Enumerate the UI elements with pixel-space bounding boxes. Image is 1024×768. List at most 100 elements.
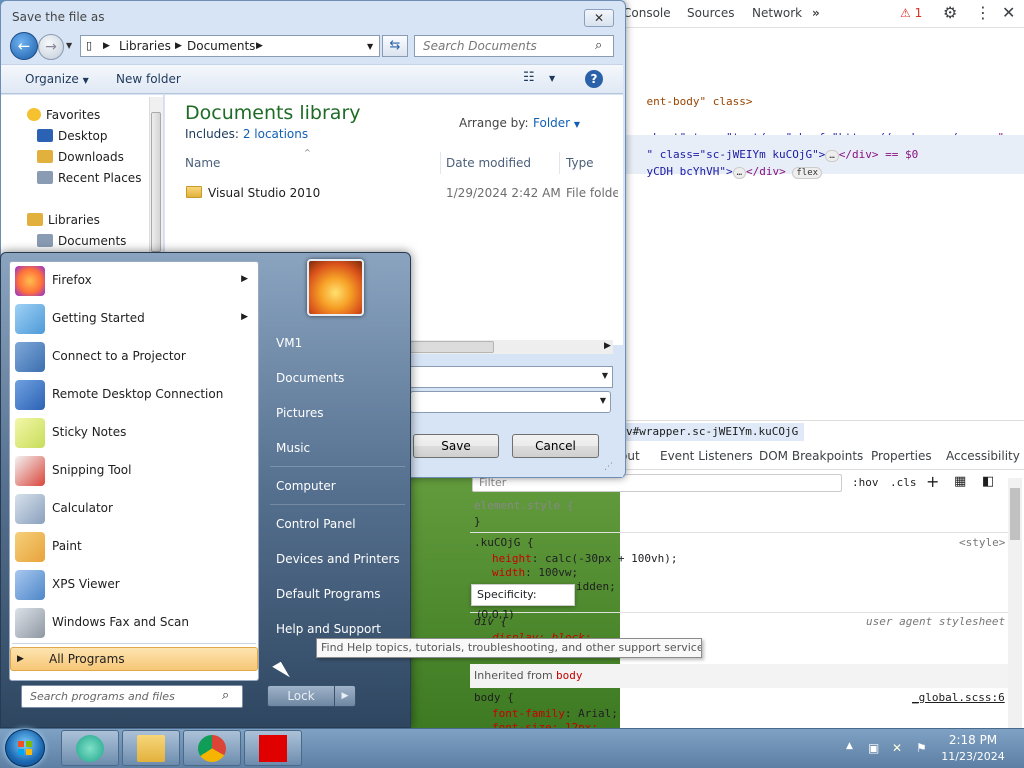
program-calculator[interactable]: Calculator <box>10 490 258 528</box>
back-arrow-icon[interactable]: ← <box>10 32 38 60</box>
start-item-devices-printers[interactable]: Devices and Printers <box>276 552 400 566</box>
scroll-right-icon[interactable]: ▶ <box>604 341 611 351</box>
nav-favorites[interactable]: Favorites <box>27 108 100 122</box>
taskbar-paint[interactable] <box>244 730 302 766</box>
tab-event-listeners[interactable]: Event Listeners <box>660 449 753 463</box>
chevron-down-icon[interactable]: ▼ <box>600 396 606 405</box>
program-getting-started[interactable]: Getting Started ▶ <box>10 300 258 338</box>
clock-date[interactable]: 11/23/2024 <box>936 750 1010 763</box>
save-as-type-select[interactable]: ▼ <box>410 391 611 413</box>
dialog-close-button[interactable]: ✕ <box>584 9 614 27</box>
file-name[interactable]: Visual Studio 2010 <box>186 186 320 200</box>
user-avatar[interactable] <box>307 259 364 316</box>
nav-desktop[interactable]: Desktop <box>37 129 108 143</box>
start-item-computer[interactable]: Computer <box>276 479 336 493</box>
tab-properties[interactable]: Properties <box>871 449 932 463</box>
nav-recent-places[interactable]: Recent Places <box>37 171 141 185</box>
dom-line[interactable]: ent-body" class> <box>620 82 753 121</box>
more-options-icon[interactable]: ⋮ <box>975 3 991 22</box>
program-remote-desktop[interactable]: Remote Desktop Connection <box>10 376 258 414</box>
more-tabs-button[interactable]: » <box>812 6 820 20</box>
program-firefox[interactable]: Firefox ▶ <box>10 262 258 300</box>
css-property[interactable]: font-size: 12px; <box>492 721 598 728</box>
tab-accessibility[interactable]: Accessibility <box>946 449 1020 463</box>
css-property[interactable]: font-family: Arial; <box>492 707 618 720</box>
column-name[interactable]: Name <box>185 156 220 170</box>
chevron-down-icon[interactable]: ▼ <box>602 371 608 380</box>
add-rule-icon[interactable]: + <box>926 472 939 491</box>
hover-state-toggle[interactable]: :hov <box>852 476 879 489</box>
nav-documents[interactable]: Documents <box>37 234 126 248</box>
locations-link[interactable]: 2 locations <box>243 127 308 141</box>
start-item-music[interactable]: Music <box>276 441 310 455</box>
network-icon[interactable]: ▣ <box>868 741 879 755</box>
close-devtools-icon[interactable]: ✕ <box>1002 3 1015 22</box>
view-options-icon[interactable]: ☷ <box>523 70 535 85</box>
tab-console[interactable]: Console <box>623 6 671 20</box>
tab-sources[interactable]: Sources <box>687 6 734 20</box>
help-icon[interactable]: ? <box>585 70 603 88</box>
tab-dom-breakpoints[interactable]: DOM Breakpoints <box>759 449 863 463</box>
start-button[interactable] <box>5 729 45 767</box>
cancel-button[interactable]: Cancel <box>512 434 599 458</box>
rule-origin[interactable]: <style> <box>959 536 1005 549</box>
start-item-default-programs[interactable]: Default Programs <box>276 587 381 601</box>
inherited-from-link[interactable]: body <box>556 669 583 682</box>
ellipsis-pill[interactable]: … <box>732 167 747 179</box>
refresh-icon[interactable]: ⇆ <box>382 35 408 57</box>
history-dropdown-icon[interactable]: ▼ <box>66 41 72 50</box>
program-fax-scan[interactable]: Windows Fax and Scan <box>10 604 258 642</box>
chevron-right-icon[interactable]: ▶ <box>175 41 182 51</box>
chevron-right-icon[interactable]: ▶ <box>103 41 110 51</box>
error-count-badge[interactable]: ⚠ 1 <box>900 6 922 20</box>
class-toggle[interactable]: .cls <box>890 476 917 489</box>
organize-menu[interactable]: Organize ▼ <box>25 72 89 86</box>
column-type[interactable]: Type <box>566 156 594 170</box>
view-dropdown-icon[interactable]: ▼ <box>549 74 555 83</box>
file-name-input[interactable]: ▼ <box>410 366 613 388</box>
resize-grip-icon[interactable]: ⋰ <box>604 462 613 472</box>
flex-badge[interactable]: flex <box>792 167 823 179</box>
forward-arrow-icon[interactable]: → <box>38 34 64 60</box>
start-item-help-support[interactable]: Help and Support <box>276 622 381 636</box>
nav-downloads[interactable]: Downloads <box>37 150 124 164</box>
search-documents-input[interactable]: Search Documents <box>414 35 614 57</box>
action-center-flag-icon[interactable]: ⚑ <box>916 741 927 755</box>
show-hidden-icons[interactable]: ▲ <box>846 741 853 751</box>
dom-line[interactable]: yCDH bcYhVH">… </div> flex <box>620 152 823 191</box>
css-property[interactable]: height: calc(-30px + 100vh); <box>492 552 677 565</box>
breadcrumb-libraries[interactable]: Libraries <box>119 39 171 53</box>
start-item-control-panel[interactable]: Control Panel <box>276 517 356 531</box>
program-xps-viewer[interactable]: XPS Viewer <box>10 566 258 604</box>
program-connect-projector[interactable]: Connect to a Projector <box>10 338 258 376</box>
nav-libraries[interactable]: Libraries <box>27 213 100 227</box>
new-folder-button[interactable]: New folder <box>116 72 181 86</box>
element-style-selector[interactable]: element.style { <box>474 499 573 512</box>
address-bar[interactable]: ▯ ▶ Libraries ▶ Documents ▶ ▼ <box>80 35 380 57</box>
computed-styles-icon[interactable]: ▦ <box>954 474 966 489</box>
column-date-modified[interactable]: Date modified <box>446 156 531 170</box>
taskbar-chrome[interactable] <box>183 730 241 766</box>
rule-selector[interactable]: .kuCOjG { <box>474 536 534 549</box>
save-button[interactable]: Save <box>413 434 499 458</box>
arrange-by-dropdown[interactable]: Folder ▼ <box>533 116 580 130</box>
program-paint[interactable]: Paint <box>10 528 258 566</box>
lock-button[interactable]: Lock <box>267 685 335 707</box>
styles-scrollbar-thumb[interactable] <box>1010 488 1020 540</box>
search-icon[interactable]: ⌕ <box>222 688 229 703</box>
taskbar-app-1[interactable] <box>61 730 119 766</box>
search-icon[interactable]: ⌕ <box>595 38 602 53</box>
nav-scrollbar-thumb[interactable] <box>151 112 161 252</box>
toggle-sidebar-icon[interactable]: ◧ <box>982 474 994 489</box>
horizontal-scrollbar-thumb[interactable] <box>410 341 494 353</box>
breadcrumb-documents[interactable]: Documents <box>187 39 255 53</box>
all-programs-button[interactable]: ▶ All Programs <box>10 647 258 671</box>
start-item-pictures[interactable]: Pictures <box>276 406 324 420</box>
settings-gear-icon[interactable]: ⚙ <box>943 3 957 22</box>
clock-time[interactable]: 2:18 PM <box>940 733 1006 747</box>
breadcrumb-item[interactable]: v#wrapper.sc-jWEIYm.kuCOjG <box>620 423 805 441</box>
program-snipping-tool[interactable]: Snipping Tool <box>10 452 258 490</box>
start-item-vm1[interactable]: VM1 <box>276 336 302 350</box>
tab-network[interactable]: Network <box>752 6 802 20</box>
css-property-partial[interactable]: idden; <box>576 580 616 593</box>
